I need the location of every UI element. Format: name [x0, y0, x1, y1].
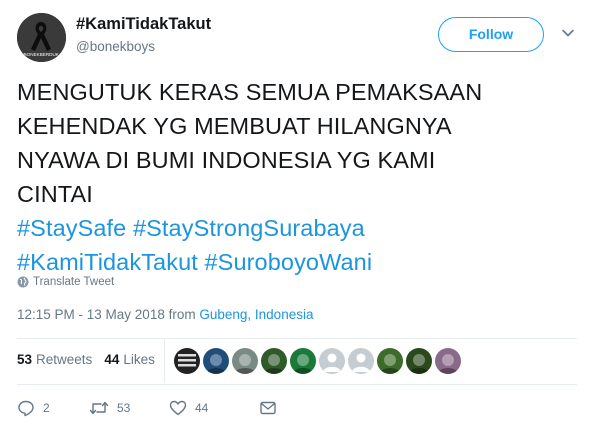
avatar-image: [261, 348, 287, 374]
liker-avatar[interactable]: [232, 348, 258, 374]
like-count: 44: [195, 401, 209, 415]
retweets-count: 53: [17, 352, 33, 367]
retweet-count: 53: [117, 401, 131, 415]
hashtag-link[interactable]: #SuroboyoWani: [205, 249, 373, 275]
tweet-text-line: NYAWA DI BUMI INDONESIA YG KAMI: [17, 147, 436, 173]
reply-count: 2: [43, 401, 50, 415]
tweet-timestamp[interactable]: 12:15 PM - 13 May 2018: [17, 307, 165, 322]
follow-button[interactable]: Follow: [438, 17, 544, 52]
retweet-icon: [89, 401, 109, 415]
globe-icon: [17, 276, 29, 288]
tweet-text-line: CINTAI: [17, 181, 93, 207]
like-button[interactable]: 44: [169, 399, 259, 417]
retweet-button[interactable]: 53: [89, 399, 169, 417]
author-handle[interactable]: @bonekboys: [76, 39, 155, 54]
meta-from-word: from: [168, 307, 196, 322]
hashtag-line: #StaySafe #StayStrongSurabaya: [17, 211, 577, 245]
reply-button[interactable]: 2: [17, 399, 89, 417]
avatar-ribbon-icon: #BONEKBERDUKA: [17, 13, 66, 62]
hashtag-line: #KamiTidakTakut #SuroboyoWani: [17, 245, 577, 279]
author-avatar[interactable]: #BONEKBERDUKA: [17, 13, 66, 62]
retweets-stat[interactable]: 53 Retweets: [17, 352, 92, 367]
likers-avatars: [174, 348, 464, 374]
avatar-image: [406, 348, 432, 374]
reply-icon: [18, 400, 34, 417]
avatar-image: [174, 348, 200, 374]
avatar-image: [232, 348, 258, 374]
author-display-name[interactable]: #KamiTidakTakut: [76, 15, 211, 34]
heart-icon: [169, 400, 187, 416]
liker-avatar[interactable]: [348, 348, 374, 374]
likes-stat[interactable]: 44 Likes: [104, 352, 155, 367]
retweets-label: Retweets: [36, 352, 93, 367]
likes-label: Likes: [123, 352, 155, 367]
tweet-location[interactable]: Gubeng, Indonesia: [199, 307, 313, 322]
avatar-image: [348, 348, 374, 374]
likes-count: 44: [104, 352, 120, 367]
divider: [17, 338, 577, 339]
tweet-actions: 2 53 44: [17, 398, 277, 418]
direct-message-button[interactable]: [259, 399, 277, 417]
hashtag-link[interactable]: #StaySafe: [17, 215, 126, 241]
liker-avatar[interactable]: [377, 348, 403, 374]
avatar-image: [377, 348, 403, 374]
translate-tweet-link[interactable]: Translate Tweet: [17, 276, 114, 288]
tweet-text-line: MENGUTUK KERAS SEMUA PEMAKSAAN: [17, 79, 483, 105]
liker-avatar[interactable]: [174, 348, 200, 374]
avatar-caption: #BONEKBERDUKA: [21, 52, 63, 57]
tweet-header: #BONEKBERDUKA #KamiTidakTakut @bonekboys…: [17, 13, 577, 63]
tweet-stats: 53 Retweets 44 Likes: [17, 352, 167, 367]
liker-avatar[interactable]: [203, 348, 229, 374]
chevron-down-icon: [562, 29, 574, 37]
liker-avatar[interactable]: [435, 348, 461, 374]
divider: [17, 384, 577, 385]
envelope-icon: [260, 401, 276, 415]
hashtag-link[interactable]: #KamiTidakTakut: [17, 249, 198, 275]
avatar-image: [290, 348, 316, 374]
liker-avatar[interactable]: [406, 348, 432, 374]
liker-avatar[interactable]: [319, 348, 345, 374]
tweet-text: MENGUTUK KERAS SEMUA PEMAKSAAN KEHENDAK …: [17, 75, 577, 279]
translate-label: Translate Tweet: [33, 276, 115, 288]
tweet-meta: 12:15 PM - 13 May 2018 from Gubeng, Indo…: [17, 307, 313, 322]
avatar-image: [203, 348, 229, 374]
avatar-image: [435, 348, 461, 374]
more-options-button[interactable]: [560, 25, 576, 41]
tweet-text-line: KEHENDAK YG MEMBUAT HILANGNYA: [17, 113, 452, 139]
hashtag-link[interactable]: #StayStrongSurabaya: [133, 215, 365, 241]
stats-separator: [164, 339, 165, 383]
avatar-image: [319, 348, 345, 374]
liker-avatar[interactable]: [290, 348, 316, 374]
liker-avatar[interactable]: [261, 348, 287, 374]
